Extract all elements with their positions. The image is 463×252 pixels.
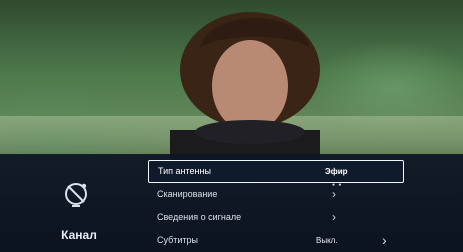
menu-item-label: Сканирование — [157, 189, 218, 199]
menu-item-scanning[interactable]: Сканирование › — [148, 183, 404, 206]
chevron-right-icon[interactable]: › — [382, 232, 387, 248]
menu-item-antenna-type[interactable]: Тип антенны Эфир ● ● — [148, 160, 404, 188]
person-in-video — [170, 12, 320, 178]
tv-screen: Канал Тип антенны Эфир ● ● Сканирование … — [0, 0, 463, 252]
menu-item-subtitles[interactable]: Субтитры Выкл. — [148, 229, 404, 252]
menu-item-value: Выкл. — [316, 236, 338, 245]
category-channel[interactable]: Канал — [44, 176, 114, 242]
chevron-right-icon: › — [332, 187, 336, 201]
menu-item-signal-info[interactable]: Сведения о сигнале › — [148, 206, 404, 229]
chevron-right-icon: › — [332, 210, 336, 224]
category-label: Канал — [61, 228, 97, 242]
menu-item-label: Субтитры — [157, 235, 199, 245]
menu-item-label: Сведения о сигнале — [157, 212, 242, 222]
satellite-dish-icon — [65, 183, 87, 207]
menu-item-label: Тип антенны — [158, 166, 211, 176]
settings-list: Тип антенны Эфир ● ● Сканирование › Свед… — [148, 160, 404, 252]
